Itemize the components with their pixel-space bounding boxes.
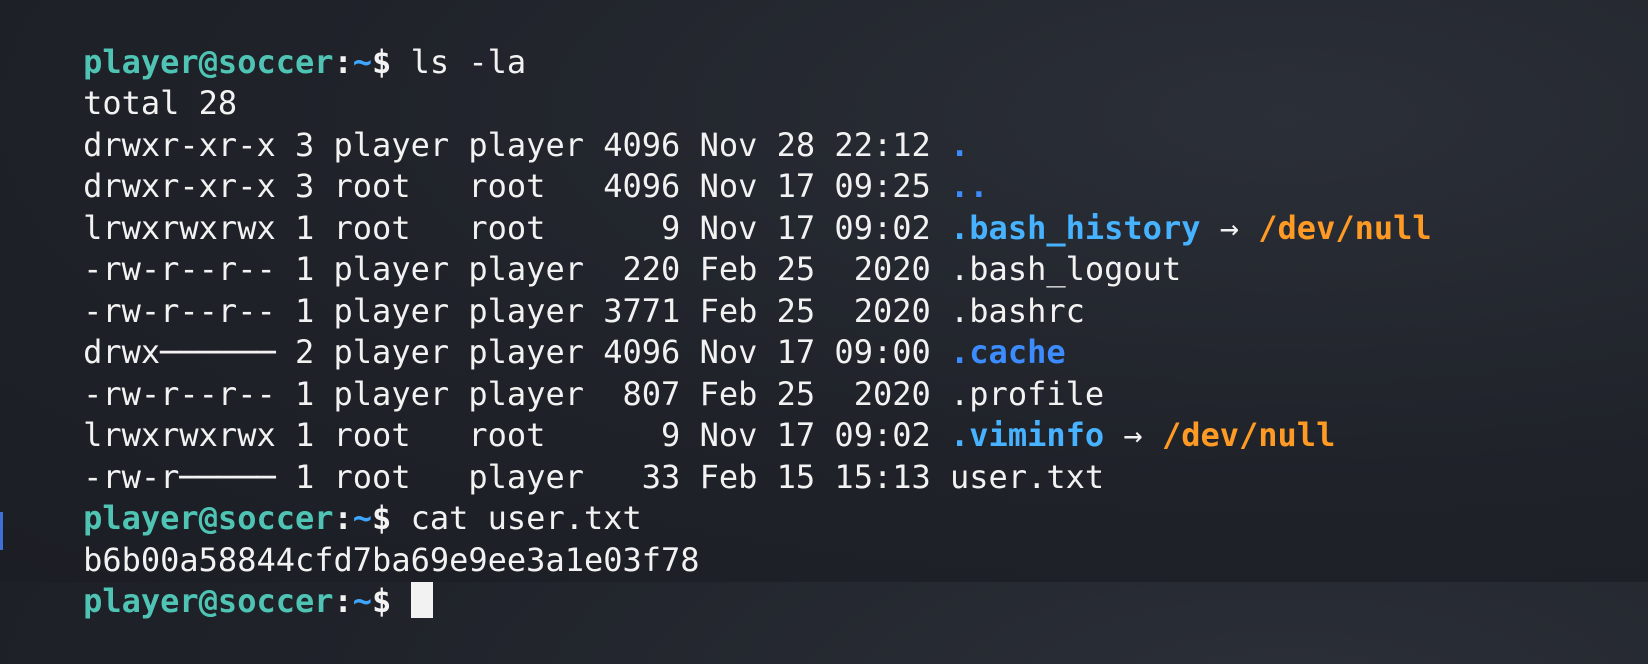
prompt-symbol: $ <box>372 42 411 81</box>
listing-meta: -rw-r--r-- 1 player player 220 Feb 25 20… <box>83 250 951 288</box>
output-text: total 28 <box>83 84 238 122</box>
prompt-path: ~ <box>352 499 373 537</box>
listing-meta: lrwxrwxrwx 1 root root 9 Nov 17 09:02 <box>83 208 951 247</box>
command-text: ls -la <box>410 42 527 81</box>
prompt-path: ~ <box>352 42 373 81</box>
line-marker <box>0 512 3 550</box>
prompt-user-host: player@soccer <box>83 42 334 81</box>
prompt-user-host: player@soccer <box>83 499 334 537</box>
listing-meta: -rw-r───── 1 root player 33 Feb 15 15:13 <box>83 457 951 496</box>
listing-name: user.txt <box>950 457 1105 496</box>
listing-name: .bashrc <box>950 291 1085 330</box>
terminal-window[interactable]: player@soccer:~$ ls -la total 28 drwxr-x… <box>0 0 1648 620</box>
listing-name: .profile <box>950 374 1105 413</box>
prompt-symbol: $ <box>372 582 411 620</box>
prompt-path: ~ <box>352 582 373 620</box>
cursor-block <box>410 582 433 618</box>
prompt-line: player@soccer:~$ ls -la <box>6 0 1648 81</box>
listing-meta: -rw-r--r-- 1 player player 3771 Feb 25 2… <box>83 291 951 330</box>
listing-name: .bash_logout <box>950 250 1182 288</box>
listing-row: drwxr-xr-x 3 player player 4096 Nov 28 2… <box>6 83 1648 164</box>
prompt-symbol: $ <box>372 499 411 537</box>
listing-meta: -rw-r--r-- 1 player player 807 Feb 25 20… <box>83 374 951 413</box>
prompt-colon: : <box>333 42 353 81</box>
listing-meta: lrwxrwxrwx 1 root root 9 Nov 17 09:02 <box>83 416 951 454</box>
command-text: cat user.txt <box>410 499 642 537</box>
listing-name: .. <box>950 167 989 205</box>
listing-name: .bash_history <box>950 208 1201 247</box>
arrow-icon: → <box>1104 416 1162 454</box>
listing-meta: drwxr-xr-x 3 player player 4096 Nov 28 2… <box>83 125 951 164</box>
symlink-target: /dev/null <box>1161 416 1336 454</box>
listing-name: . <box>950 125 970 164</box>
arrow-icon: → <box>1200 208 1259 247</box>
prompt-colon: : <box>333 499 353 537</box>
prompt-colon: : <box>333 582 353 620</box>
listing-meta: drwx────── 2 player player 4096 Nov 17 0… <box>83 333 951 371</box>
listing-name: .viminfo <box>950 416 1105 454</box>
prompt-user-host: player@soccer <box>83 582 334 620</box>
listing-meta: drwxr-xr-x 3 root root 4096 Nov 17 09:25 <box>83 167 951 205</box>
symlink-target: /dev/null <box>1258 208 1432 247</box>
flag-output: b6b00a58844cfd7ba69e9ee3a1e03f78 <box>83 540 700 579</box>
listing-name: .cache <box>950 333 1066 371</box>
